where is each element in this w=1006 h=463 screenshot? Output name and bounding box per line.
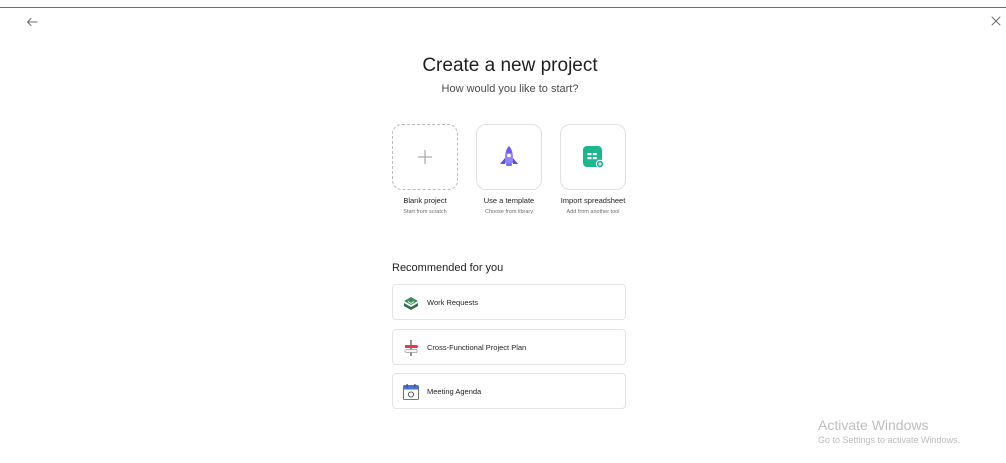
page-title: Create a new project xyxy=(422,55,598,76)
recommended-item-meeting-agenda[interactable]: Meeting Agenda xyxy=(392,373,626,409)
activate-windows-watermark: Activate Windows Go to Settings to activ… xyxy=(818,417,960,445)
back-button[interactable] xyxy=(24,14,40,30)
close-button[interactable] xyxy=(989,14,1003,28)
rocket-icon xyxy=(500,146,518,166)
recommended-item-work-requests[interactable]: Work Requests xyxy=(392,284,626,320)
watermark-title: Activate Windows xyxy=(818,417,929,433)
plus-icon xyxy=(418,150,432,164)
calendar-icon xyxy=(403,384,419,400)
blank-project-card[interactable] xyxy=(392,124,458,190)
use-template-card[interactable] xyxy=(476,124,542,190)
recommended-item-cross-functional-project-plan[interactable]: Cross-Functional Project Plan xyxy=(392,329,626,365)
arrow-left-icon xyxy=(27,18,38,26)
import-spreadsheet-label: Import spreadsheet xyxy=(560,196,626,205)
top-divider xyxy=(0,7,1006,8)
recommended-heading: Recommended for you xyxy=(392,262,504,274)
watermark-subtitle: Go to Settings to activate Windows. xyxy=(818,435,961,445)
signpost-icon xyxy=(404,340,419,356)
meeting-agenda-label: Meeting Agenda xyxy=(427,387,482,396)
import-spreadsheet-card[interactable] xyxy=(560,124,626,190)
import-spreadsheet-sublabel: Add from another tool xyxy=(566,209,620,215)
work-requests-label: Work Requests xyxy=(427,298,479,307)
cross-functional-label: Cross-Functional Project Plan xyxy=(427,343,527,352)
close-icon xyxy=(991,16,1001,26)
inbox-tray-icon xyxy=(404,297,418,310)
spreadsheet-icon xyxy=(583,146,605,169)
page-subtitle: How would you like to start? xyxy=(441,83,579,95)
